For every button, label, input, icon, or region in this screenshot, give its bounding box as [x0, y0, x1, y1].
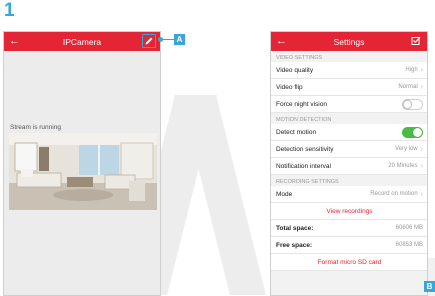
- detection-sensitivity-value: Very low: [394, 146, 418, 152]
- callout-b-label: B: [424, 281, 435, 292]
- chevron-right-icon: ›: [420, 162, 423, 170]
- detection-sensitivity-label: Detection sensitivity: [276, 145, 334, 153]
- watermark-shape: [180, 95, 266, 295]
- stream-status: Stream is running: [10, 124, 61, 131]
- total-space-label: Total space:: [276, 224, 314, 232]
- notification-interval-row[interactable]: Notification interval 20 Minutes ›: [271, 158, 427, 175]
- mode-value: Record on motion: [370, 191, 418, 197]
- video-flip-label: Video flip: [276, 83, 303, 91]
- section-motion-detection: MOTION DETECTION: [271, 113, 427, 124]
- mode-row[interactable]: Mode Record on motion ›: [271, 186, 427, 203]
- detect-motion-label: Detect motion: [276, 128, 317, 136]
- save-button[interactable]: [409, 34, 423, 48]
- arrow-left-icon[interactable]: ←: [276, 34, 287, 48]
- section-video-settings: VIDEO SETTINGS: [271, 51, 427, 62]
- video-flip-value: Normal: [398, 84, 418, 90]
- check-square-icon: [411, 36, 421, 45]
- callout-connector-line: [160, 39, 174, 40]
- step-number: 1: [4, 0, 15, 21]
- notification-interval-label: Notification interval: [276, 162, 331, 170]
- chevron-right-icon: ›: [420, 66, 423, 74]
- chevron-right-icon: ›: [420, 145, 423, 153]
- arrow-left-icon[interactable]: ←: [9, 34, 20, 48]
- detection-sensitivity-row[interactable]: Detection sensitivity Very low ›: [271, 141, 427, 158]
- pencil-icon: [145, 37, 153, 45]
- total-space-value: 60606 MB: [395, 225, 423, 231]
- chevron-right-icon: ›: [420, 83, 423, 91]
- camera-top-bar: ← IPCamera: [4, 32, 160, 51]
- format-sd-card-button[interactable]: Format micro SD card: [271, 254, 427, 271]
- section-recording-settings: RECORDING SETTINGS: [271, 175, 427, 186]
- video-quality-row[interactable]: Video quality High ›: [271, 62, 427, 79]
- free-space-label: Free space:: [276, 241, 313, 249]
- settings-title: Settings: [333, 36, 365, 47]
- detect-motion-toggle[interactable]: [402, 126, 423, 138]
- total-space-row: Total space: 60606 MB: [271, 220, 427, 237]
- view-recordings-button[interactable]: View recordings: [271, 203, 427, 220]
- free-space-row: Free space: 60853 MB: [271, 237, 427, 254]
- settings-screen: ← Settings VIDEO SETTINGS Video quality …: [270, 31, 428, 296]
- free-space-value: 60853 MB: [395, 242, 423, 248]
- video-quality-label: Video quality: [276, 66, 314, 74]
- edit-button[interactable]: [142, 34, 156, 48]
- force-night-vision-toggle[interactable]: [402, 98, 423, 110]
- camera-screen: ← IPCamera Stream is running: [3, 31, 161, 296]
- detect-motion-row: Detect motion: [271, 124, 427, 141]
- video-flip-row[interactable]: Video flip Normal ›: [271, 79, 427, 96]
- force-night-vision-label: Force night vision: [276, 100, 327, 108]
- force-night-vision-row: Force night vision: [271, 96, 427, 113]
- settings-top-bar: ← Settings: [271, 32, 427, 51]
- camera-title: IPCamera: [62, 36, 102, 47]
- chevron-right-icon: ›: [420, 190, 423, 198]
- video-quality-value: High: [405, 67, 418, 73]
- notification-interval-value: 20 Minutes: [388, 163, 418, 169]
- mode-label: Mode: [276, 190, 293, 198]
- camera-stream-image: [9, 133, 157, 210]
- callout-a-label: A: [174, 34, 185, 45]
